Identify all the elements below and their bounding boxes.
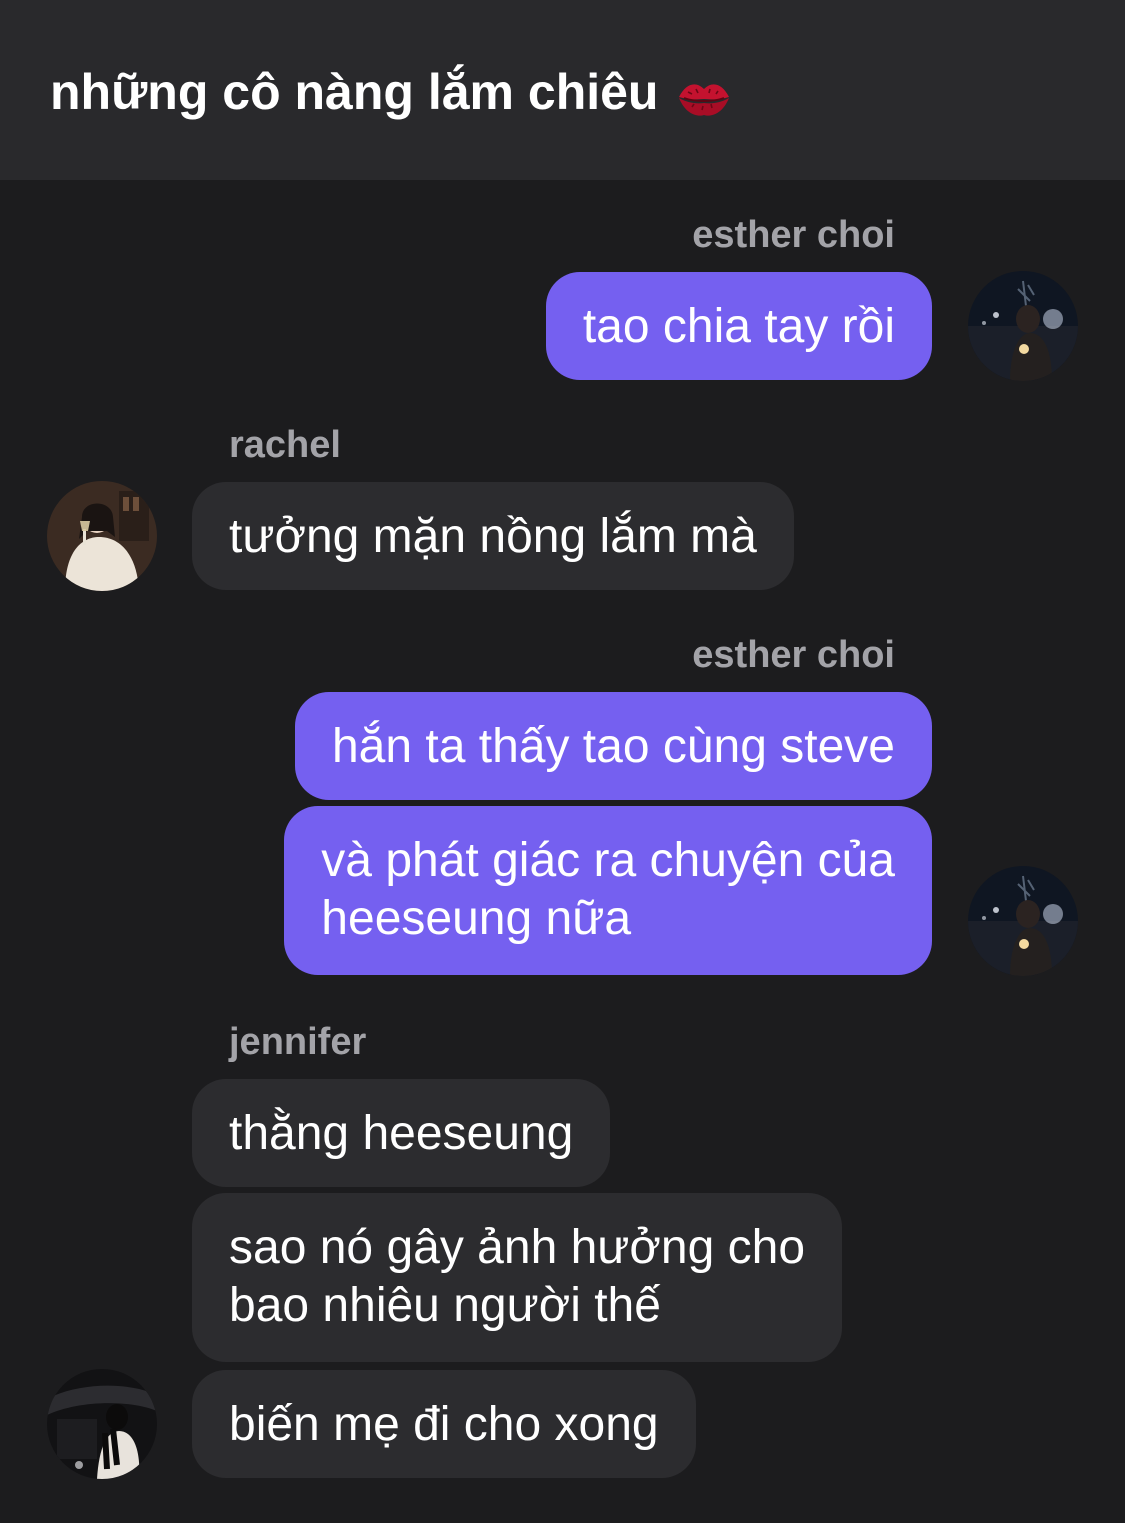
message-text: tao chia tay rồi — [582, 300, 895, 353]
message-text-line: sao nó gây ảnh hưởng cho — [229, 1221, 806, 1274]
chat-screen: những cô nàng lắm chiêu esther choi tao … — [0, 0, 1125, 1523]
message-bubble-incoming[interactable]: biến mẹ đi cho xong — [192, 1370, 696, 1478]
sender-name-esther: esther choi — [692, 214, 895, 256]
lips-icon — [676, 72, 732, 116]
message-text: thằng heeseung — [229, 1107, 574, 1160]
message-text-line: heeseung nữa — [321, 892, 632, 945]
group-title[interactable]: những cô nàng lắm chiêu — [50, 62, 732, 122]
chat-header: những cô nàng lắm chiêu — [0, 0, 1125, 180]
avatar-rachel[interactable] — [47, 481, 157, 591]
sender-name-esther: esther choi — [692, 634, 895, 676]
sender-name-rachel: rachel — [229, 424, 341, 466]
message-text-line: và phát giác ra chuyện của — [321, 834, 895, 887]
avatar-jennifer[interactable] — [47, 1369, 157, 1479]
message-bubble-incoming[interactable]: sao nó gây ảnh hưởng cho bao nhiêu người… — [192, 1193, 843, 1362]
message-bubble-incoming[interactable]: thằng heeseung — [192, 1079, 611, 1187]
message-bubble-incoming[interactable]: tưởng mặn nồng lắm mà — [192, 482, 794, 590]
sender-name-jennifer: jennifer — [229, 1021, 367, 1063]
message-text-line: bao nhiêu người thế — [229, 1279, 661, 1332]
message-text: biến mẹ đi cho xong — [229, 1398, 659, 1451]
message-bubble-outgoing[interactable]: và phát giác ra chuyện của heeseung nữa — [284, 806, 932, 975]
avatar-esther[interactable] — [968, 866, 1078, 976]
message-text: hắn ta thấy tao cùng steve — [331, 720, 895, 773]
avatar-esther[interactable] — [968, 271, 1078, 381]
message-text: tưởng mặn nồng lắm mà — [229, 510, 757, 563]
group-title-text: những cô nàng lắm chiêu — [50, 64, 659, 120]
message-bubble-outgoing[interactable]: hắn ta thấy tao cùng steve — [294, 692, 932, 800]
message-bubble-outgoing[interactable]: tao chia tay rồi — [545, 272, 932, 380]
